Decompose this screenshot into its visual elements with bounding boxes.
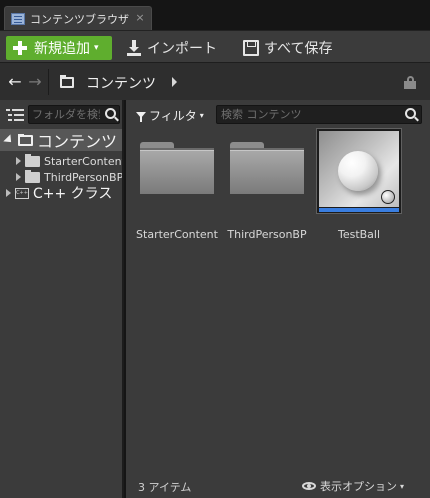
save-all-button[interactable]: すべて保存 [243,36,332,60]
tree-item-label: ThirdPersonBP [44,170,122,184]
plus-icon [12,40,28,56]
eye-icon [302,482,316,490]
import-icon [126,40,142,56]
tree-toggle-icon[interactable] [6,107,24,123]
expand-arrow-icon[interactable] [3,134,15,146]
chevron-down-icon: ▾ [400,481,405,491]
forward-arrow-icon[interactable]: → [26,73,44,91]
import-button[interactable]: インポート [126,36,217,60]
add-new-label: 新規追加 [34,41,90,57]
close-icon[interactable]: × [133,10,147,26]
folder-icon [18,133,33,146]
chevron-right-icon[interactable] [172,77,177,87]
asset-view: フィルタ ▾ StarterContent ThirdPersonBP Test… [126,100,430,498]
breadcrumb-content[interactable]: コンテンツ [86,73,156,93]
chevron-down-icon: ▾ [199,110,204,120]
folder-icon [134,128,220,214]
tab-title: コンテンツブラウザ [30,12,129,26]
tree-item-label: StarterContent [44,154,122,168]
item-count: 3 アイテム [138,481,192,494]
import-label: インポート [147,41,217,57]
view-options-button[interactable]: 表示オプション ▾ [302,478,404,494]
folder-icon [224,128,310,214]
folder-search-input[interactable] [32,107,100,122]
save-icon [243,40,259,56]
toolbar: 新規追加 ▾ インポート すべて保存 [0,30,430,62]
search-icon[interactable] [405,108,416,119]
content-search-box [216,105,422,124]
expand-arrow-icon[interactable] [6,189,11,197]
folder-open-icon [60,75,76,88]
tab-content-browser[interactable]: コンテンツブラウザ × [4,6,152,30]
content-browser-icon [11,12,25,25]
asset-name: ThirdPersonBP [227,228,307,241]
chevron-down-icon: ▾ [94,43,99,53]
folder-icon [25,169,40,183]
view-options-label: 表示オプション [320,480,397,493]
add-new-button[interactable]: 新規追加 ▾ [6,36,112,60]
tree-item-label: C++ クラス [33,186,113,202]
folder-icon [25,153,40,167]
material-type-icon [381,190,395,204]
navigation-bar: ← → コンテンツ [0,62,430,100]
filter-button[interactable]: フィルタ ▾ [136,106,204,124]
asset-type-bar [319,208,399,212]
material-thumbnail [316,128,402,214]
content-search-input[interactable] [221,107,401,122]
tree-item-label: コンテンツ [37,132,118,151]
divider [48,69,49,95]
folder-search-box [28,105,120,124]
tree-item-content[interactable]: コンテンツ [0,129,122,151]
expand-arrow-icon[interactable] [16,173,21,181]
status-bar: 3 アイテム 表示オプション ▾ [126,474,430,498]
filter-icon [136,112,146,122]
cpp-class-icon: C++ [15,187,29,199]
asset-name: TestBall [337,228,381,241]
tree-item-cpp-classes[interactable]: C++ C++ クラス [2,183,122,203]
search-icon[interactable] [105,108,116,119]
tab-bar: コンテンツブラウザ × [0,0,430,30]
expand-arrow-icon[interactable] [16,157,21,165]
lock-icon[interactable] [404,76,416,89]
save-all-label: すべて保存 [264,41,333,57]
filter-label: フィルタ [149,108,197,123]
sources-panel: コンテンツ StarterContent ThirdPersonBP C++ C… [0,100,124,498]
back-arrow-icon[interactable]: ← [6,73,24,91]
